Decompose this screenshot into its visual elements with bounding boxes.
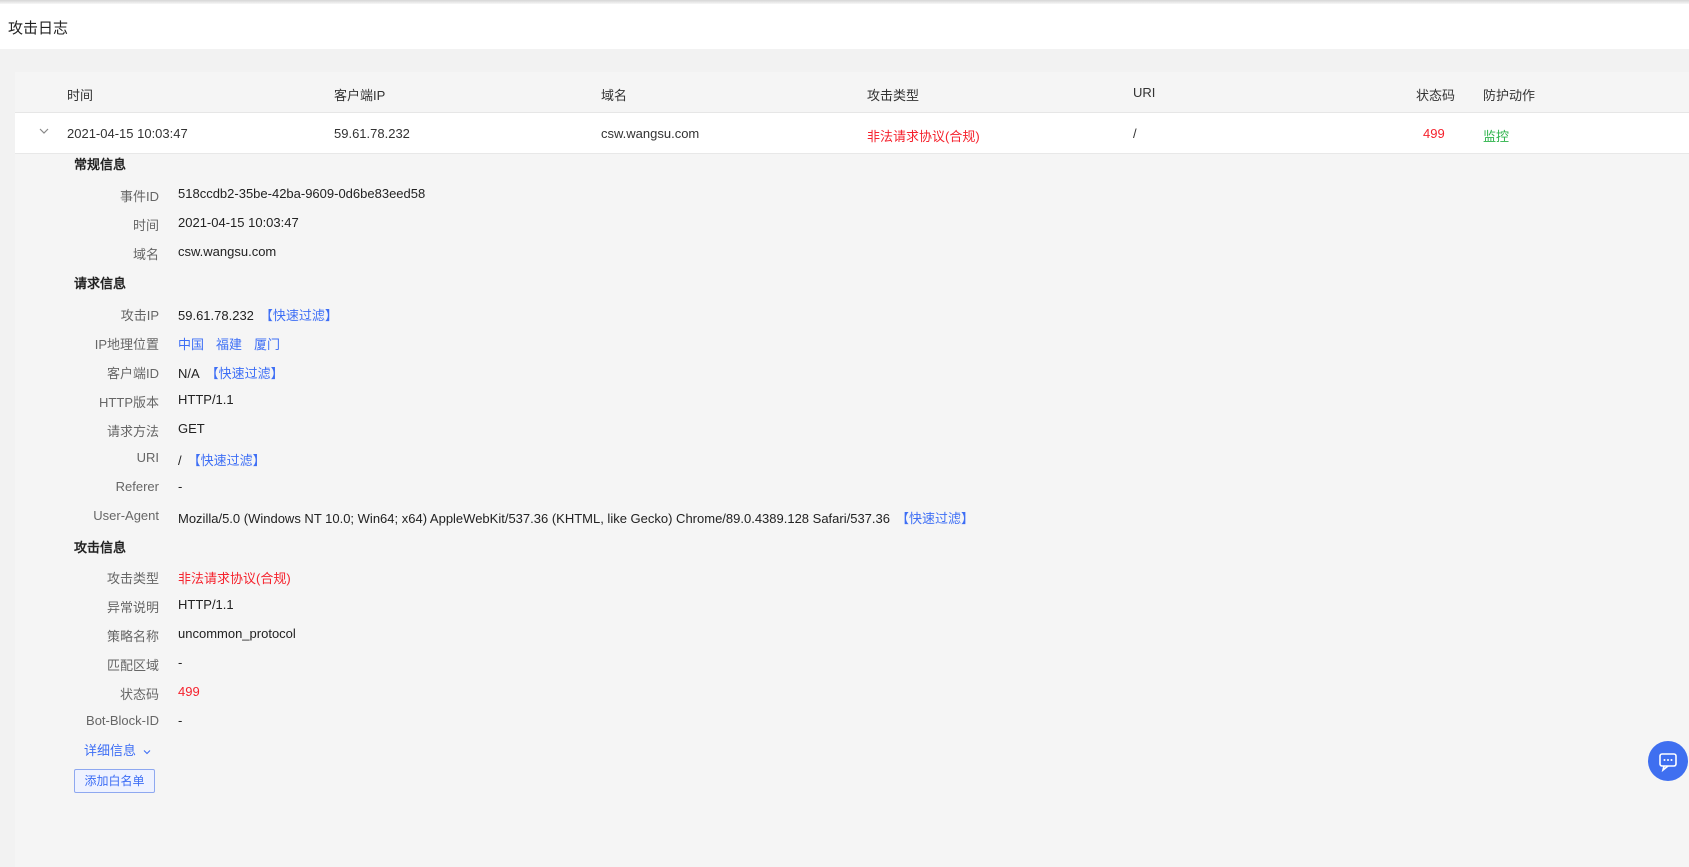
policy-name-value: uncommon_protocol: [178, 626, 296, 641]
client-id-value: N/A: [178, 366, 200, 381]
chat-support-button[interactable]: [1648, 741, 1688, 781]
geo-label: IP地理位置: [94, 337, 159, 352]
user-agent-label: User-Agent: [93, 508, 159, 523]
geo-province-link[interactable]: 福建: [216, 337, 242, 352]
policy-name-label: 策略名称: [106, 629, 159, 644]
page-title: 攻击日志: [8, 20, 69, 37]
chevron-down-icon[interactable]: [37, 124, 51, 138]
attack-ip-value: 59.61.78.232: [178, 308, 254, 323]
http-version-value: HTTP/1.1: [178, 392, 234, 407]
attack-type-label: 攻击类型: [106, 571, 159, 586]
header-domain: 域名: [601, 88, 628, 103]
section-request-title: 请求信息: [74, 276, 127, 291]
header-status: 状态码: [1416, 88, 1456, 103]
header-time: 时间: [67, 88, 94, 103]
geo-row: 中国 福建 厦门: [178, 334, 292, 353]
method-label: 请求方法: [106, 424, 159, 439]
section-general-title: 常规信息: [74, 157, 127, 172]
event-id-value: 518ccdb2-35be-42ba-9609-0d6be83eed58: [178, 186, 426, 201]
more-details-toggle[interactable]: 详细信息: [84, 740, 152, 759]
match-zone-value: -: [178, 655, 183, 670]
chat-icon: [1659, 753, 1677, 773]
time-label: 时间: [132, 218, 159, 233]
user-agent-row: Mozilla/5.0 (Windows NT 10.0; Win64; x64…: [178, 508, 974, 527]
referer-value: -: [178, 479, 183, 494]
match-zone-label: 匹配区域: [106, 658, 159, 673]
page-header: 攻击日志: [0, 4, 1689, 49]
row-domain: csw.wangsu.com: [601, 126, 700, 141]
event-id-label: 事件ID: [119, 189, 159, 204]
header-attack-type: 攻击类型: [867, 88, 920, 103]
attack-type-value: 非法请求协议(合规): [178, 571, 291, 586]
client-id-row: N/A 【快速过滤】: [178, 363, 284, 382]
row-detail-panel: 常规信息 事件ID 518ccdb2-35be-42ba-9609-0d6be8…: [15, 154, 1689, 867]
header-uri: URI: [1133, 85, 1156, 100]
status-code-value: 499: [178, 684, 200, 699]
more-details-label: 详细信息: [84, 743, 137, 758]
domain-label: 域名: [132, 247, 159, 262]
header-action: 防护动作: [1483, 88, 1536, 103]
anomaly-desc-value: HTTP/1.1: [178, 597, 234, 612]
user-agent-value: Mozilla/5.0 (Windows NT 10.0; Win64; x64…: [178, 511, 890, 526]
method-value: GET: [178, 421, 205, 436]
row-client-ip: 59.61.78.232: [334, 126, 410, 141]
chevron-down-icon: [143, 749, 151, 754]
attack-log-table: 时间 客户端IP 域名 攻击类型 URI 状态码 防护动作 2021-04-15…: [15, 72, 1689, 867]
attack-ip-label: 攻击IP: [120, 308, 159, 323]
geo-country-link[interactable]: 中国: [178, 337, 204, 352]
http-version-label: HTTP版本: [99, 395, 159, 410]
section-attack-title: 攻击信息: [74, 540, 127, 555]
status-code-label: 状态码: [119, 687, 159, 702]
domain-value: csw.wangsu.com: [178, 244, 277, 259]
table-header: 时间 客户端IP 域名 攻击类型 URI 状态码 防护动作: [15, 72, 1689, 113]
bot-block-id-value: -: [178, 713, 183, 728]
time-value: 2021-04-15 10:03:47: [178, 215, 299, 230]
anomaly-desc-label: 异常说明: [106, 600, 159, 615]
user-agent-quick-filter-link[interactable]: 【快速过滤】: [896, 511, 974, 526]
add-whitelist-button[interactable]: 添加白名单: [74, 769, 155, 793]
referer-label: Referer: [115, 479, 159, 494]
row-time: 2021-04-15 10:03:47: [67, 126, 188, 141]
client-id-quick-filter-link[interactable]: 【快速过滤】: [206, 366, 284, 381]
attack-ip-row: 59.61.78.232 【快速过滤】: [178, 305, 338, 324]
uri-row: / 【快速过滤】: [178, 450, 266, 469]
uri-label: URI: [136, 450, 159, 465]
row-status: 499: [1423, 126, 1445, 141]
attack-ip-quick-filter-link[interactable]: 【快速过滤】: [260, 308, 338, 323]
row-attack-type: 非法请求协议(合规): [867, 129, 980, 144]
row-action: 监控: [1483, 129, 1510, 144]
row-uri: /: [1133, 126, 1137, 141]
client-id-label: 客户端ID: [106, 366, 159, 381]
uri-value: /: [178, 453, 182, 468]
table-row[interactable]: 2021-04-15 10:03:47 59.61.78.232 csw.wan…: [15, 113, 1689, 154]
bot-block-id-label: Bot-Block-ID: [86, 713, 159, 728]
uri-quick-filter-link[interactable]: 【快速过滤】: [188, 453, 266, 468]
geo-city-link[interactable]: 厦门: [254, 337, 280, 352]
header-client-ip: 客户端IP: [334, 88, 386, 103]
